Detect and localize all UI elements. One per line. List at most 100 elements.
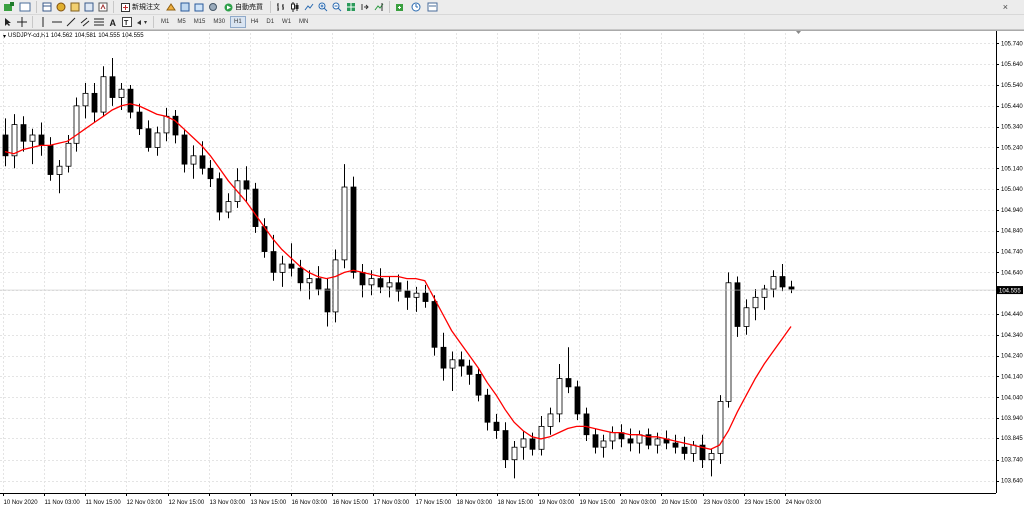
candle-body — [73, 105, 80, 144]
navigator-icon[interactable] — [69, 1, 81, 13]
candle-body — [11, 124, 18, 157]
line-chart-icon[interactable] — [303, 1, 315, 13]
terminal-icon[interactable] — [83, 1, 95, 13]
candle-body — [359, 271, 366, 286]
candle-body — [154, 132, 161, 148]
candle-body — [592, 434, 599, 448]
timeframe-m15[interactable]: M15 — [191, 16, 209, 28]
x-tick-label: 12 Nov 03:00 — [127, 500, 163, 506]
candle-body — [350, 186, 357, 273]
text-icon[interactable]: A — [107, 16, 119, 28]
chart-window[interactable]: ▾ USDJPY-cd,H1 104.562 104.581 104.555 1… — [0, 30, 1024, 509]
candle-body — [306, 278, 313, 284]
timeframe-h1[interactable]: H1 — [230, 16, 246, 28]
candle-body — [690, 444, 697, 454]
candle-body — [145, 128, 152, 148]
x-tick-label: 19 Nov 03:00 — [539, 500, 575, 506]
text-label-icon[interactable]: T — [121, 16, 133, 28]
candle-body — [431, 301, 438, 348]
toolbar-separator — [153, 16, 154, 28]
main-toolbar: 新規注文 自動売買 × — [0, 0, 1024, 15]
candle-body — [708, 453, 715, 461]
options-icon[interactable] — [165, 1, 177, 13]
indicators-icon[interactable] — [394, 1, 408, 13]
candle-body — [216, 178, 223, 213]
candle-body — [199, 155, 206, 169]
vertical-line-icon[interactable] — [37, 16, 49, 28]
candle-body — [377, 278, 384, 288]
candle-body — [270, 251, 277, 273]
candle-body — [341, 186, 348, 261]
timeframe-m5[interactable]: M5 — [174, 16, 188, 28]
autotrade-icon — [224, 3, 233, 11]
candle-body — [163, 115, 170, 134]
x-tick-label: 24 Nov 03:00 — [786, 500, 822, 506]
candle-body — [458, 359, 465, 367]
timeframe-m1[interactable]: M1 — [158, 16, 172, 28]
candle-body — [38, 134, 45, 146]
candle-body — [332, 259, 339, 313]
timeframe-mn[interactable]: MN — [296, 16, 311, 28]
candle-body — [207, 167, 214, 180]
candle-body — [315, 278, 322, 290]
autotrade-button[interactable]: 自動売買 — [221, 1, 266, 13]
signals-icon[interactable] — [207, 1, 219, 13]
periods-icon[interactable] — [410, 1, 424, 13]
candlestick-icon[interactable] — [289, 1, 301, 13]
x-tick-label: 16 Nov 15:00 — [333, 500, 369, 506]
chart-shift-icon[interactable] — [359, 1, 371, 13]
candle-body — [368, 278, 375, 286]
autotrade-label: 自動売買 — [235, 4, 263, 11]
candle-body — [172, 115, 179, 136]
zoom-in-icon[interactable] — [317, 1, 329, 13]
timeframe-d1[interactable]: D1 — [263, 16, 277, 28]
y-tick-label: 103.845 — [1001, 436, 1023, 442]
trendline-icon[interactable] — [65, 16, 77, 28]
candle-body — [243, 180, 250, 190]
tile-windows-icon[interactable] — [345, 1, 357, 13]
candle-body — [600, 440, 607, 448]
history-icon[interactable] — [179, 1, 191, 13]
timeframe-w1[interactable]: W1 — [279, 16, 294, 28]
candle-body — [127, 88, 134, 113]
candle-body — [422, 292, 429, 302]
candle-body — [118, 88, 125, 98]
price-chart[interactable]: 10 Nov 2020 11 Nov 03:00 11 Nov 15:00 12 No… — [0, 31, 1024, 509]
y-tick-label: 105.740 — [1001, 41, 1023, 47]
market-watch-icon[interactable] — [41, 1, 53, 13]
new-chart-icon[interactable] — [2, 1, 16, 13]
candle-body — [681, 446, 688, 454]
templates-icon[interactable] — [426, 1, 440, 13]
candle-body — [109, 76, 116, 98]
new-order-button[interactable]: 新規注文 — [118, 1, 163, 13]
data-window-icon[interactable] — [55, 1, 67, 13]
candle-body — [288, 263, 295, 269]
candle-body — [91, 92, 98, 113]
trading-icon[interactable] — [193, 1, 205, 13]
zoom-out-icon[interactable] — [331, 1, 343, 13]
channel-icon[interactable] — [79, 16, 91, 28]
timeframe-m30[interactable]: M30 — [210, 16, 228, 28]
close-window-icon[interactable]: × — [1003, 2, 1008, 12]
fibonacci-icon[interactable] — [93, 16, 105, 28]
candle-body — [529, 438, 536, 450]
candle-body — [65, 142, 72, 167]
candle-body — [449, 359, 456, 369]
bar-chart-icon[interactable] — [275, 1, 287, 13]
candle-body — [82, 92, 89, 107]
autoscroll-icon[interactable] — [373, 1, 385, 13]
candle-body — [225, 201, 232, 213]
tester-icon[interactable] — [97, 1, 109, 13]
candle-body — [324, 288, 331, 313]
profiles-icon[interactable] — [18, 1, 32, 13]
x-tick-label: 16 Nov 03:00 — [292, 500, 328, 506]
y-tick-label: 105.340 — [1001, 125, 1023, 131]
x-tick-label: 10 Nov 2020 — [4, 500, 39, 506]
timeframe-h4[interactable]: H4 — [248, 16, 262, 28]
cursor-icon[interactable] — [2, 16, 14, 28]
svg-text:A: A — [110, 18, 117, 27]
arrows-icon[interactable] — [135, 16, 149, 28]
horizontal-line-icon[interactable] — [51, 16, 63, 28]
candle-body — [511, 446, 518, 461]
crosshair-icon[interactable] — [16, 16, 28, 28]
